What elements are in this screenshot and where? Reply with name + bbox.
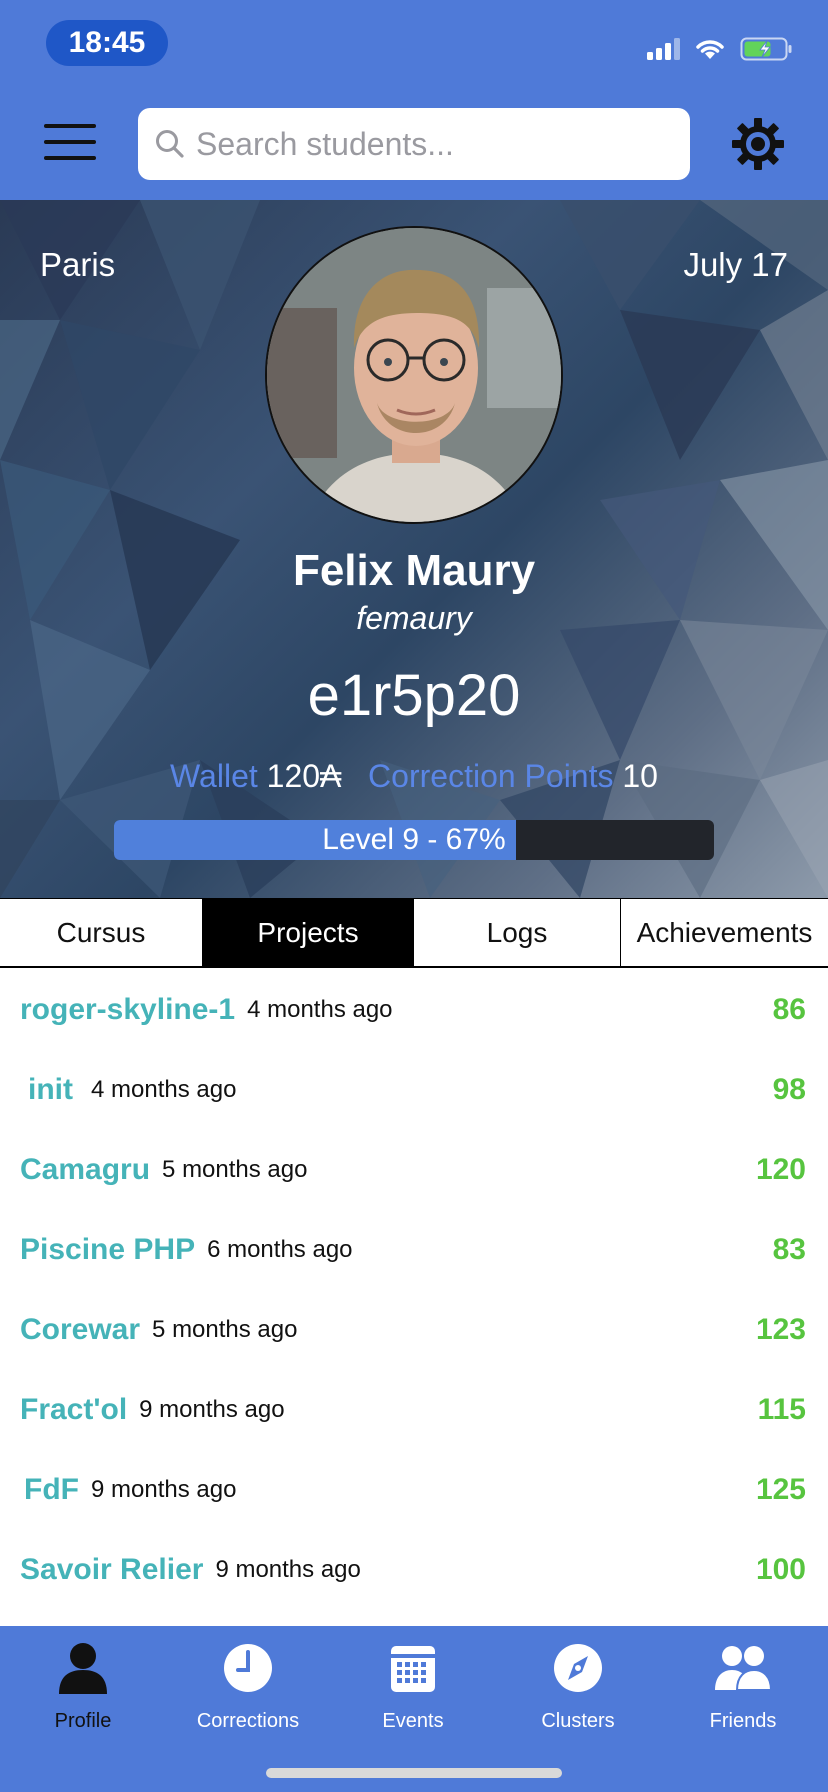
tabbar-corrections[interactable]: Corrections (165, 1626, 331, 1746)
menu-button[interactable] (44, 124, 96, 160)
tab-projects[interactable]: Projects (203, 899, 414, 966)
search-icon (156, 130, 184, 158)
list-item[interactable]: Camagru 5 months ago 120 (0, 1130, 828, 1210)
tabbar-profile[interactable]: Profile (0, 1626, 166, 1746)
project-grade: 83 (772, 1233, 806, 1266)
segment-tabs: Cursus Projects Logs Achievements (0, 898, 828, 968)
project-time: 9 months ago (139, 1396, 285, 1423)
list-item[interactable]: roger-skyline-1 4 months ago 86 (0, 970, 828, 1050)
list-item[interactable]: FdF 9 months ago 125 (0, 1450, 828, 1530)
project-grade: 86 (772, 993, 806, 1026)
campus-label: Paris (40, 246, 116, 283)
project-grade: 125 (755, 1473, 806, 1506)
list-item[interactable]: Fract'ol 9 months ago 115 (0, 1370, 828, 1450)
correction-points-label: Correction Points (368, 758, 614, 794)
tab-logs[interactable]: Logs (414, 899, 621, 966)
correction-points-value: 10 (622, 758, 658, 794)
project-name: Camagru (20, 1153, 151, 1186)
people-icon (715, 1646, 773, 1691)
signal-icon (647, 38, 680, 60)
project-time: 5 months ago (162, 1156, 308, 1183)
user-stats: Wallet 120₳ Correction Points 10 (0, 758, 828, 795)
person-icon (59, 1643, 107, 1694)
status-icons (647, 34, 794, 64)
avatar (265, 226, 563, 524)
wallet-label: Wallet (170, 758, 258, 794)
calendar-icon (391, 1646, 435, 1692)
tabbar-label: Clusters (541, 1710, 615, 1732)
user-location: e1r5p20 (307, 663, 521, 728)
project-name: FdF (24, 1473, 79, 1506)
profile-photo (267, 228, 561, 522)
project-grade: 115 (757, 1393, 806, 1426)
project-name: Piscine PHP (20, 1233, 196, 1266)
project-grade: 100 (755, 1553, 806, 1586)
tab-achievements[interactable]: Achievements (621, 899, 828, 966)
date-label: July 17 (683, 246, 788, 283)
project-grade: 98 (772, 1073, 806, 1106)
home-indicator[interactable] (266, 1768, 562, 1778)
search-input[interactable] (196, 125, 676, 163)
tabbar-label: Corrections (196, 1710, 300, 1732)
project-name: Fract'ol (20, 1393, 128, 1426)
user-full-name: Felix Maury (292, 546, 536, 595)
profile-header: Paris July 17 Felix Maury femaury e1r5p2… (0, 200, 828, 898)
project-time: 4 months ago (247, 996, 393, 1023)
gear-icon[interactable] (730, 116, 786, 172)
level-text: Level 9 - 67% (322, 823, 506, 856)
project-name: Corewar (20, 1313, 141, 1346)
list-item[interactable]: Corewar 5 months ago 123 (0, 1290, 828, 1370)
wifi-icon (696, 40, 724, 59)
search-bar[interactable] (138, 108, 690, 180)
list-item[interactable]: init 4 months ago 98 (0, 1050, 828, 1130)
project-time: 5 months ago (152, 1316, 298, 1343)
project-time: 9 months ago (215, 1556, 361, 1583)
tab-cursus[interactable]: Cursus (0, 899, 203, 966)
project-time: 9 months ago (90, 1476, 237, 1503)
tabbar-label: Events (382, 1710, 444, 1732)
compass-icon (554, 1644, 602, 1692)
list-item[interactable]: Piscine PHP 6 months ago 83 (0, 1210, 828, 1290)
project-name: roger-skyline-1 (20, 993, 236, 1026)
level-progress-bar: Level 9 - 67% (114, 820, 714, 860)
status-time: 18:45 (46, 20, 168, 66)
project-time: 4 months ago (91, 1076, 237, 1103)
tabbar-events[interactable]: Events (330, 1626, 496, 1746)
list-item[interactable]: Savoir Relier 9 months ago 100 (0, 1530, 828, 1610)
project-grade: 123 (755, 1313, 806, 1346)
top-bar: 18:45 (0, 0, 828, 200)
project-name: init (28, 1073, 73, 1106)
tabbar-clusters[interactable]: Clusters (495, 1626, 661, 1746)
project-time: 6 months ago (207, 1236, 353, 1263)
project-list: roger-skyline-1 4 months ago 86 init 4 m… (0, 970, 828, 1610)
project-grade: 120 (755, 1153, 806, 1186)
battery-icon (740, 37, 792, 61)
tabbar-friends[interactable]: Friends (660, 1626, 826, 1746)
user-login: femaury (356, 600, 472, 636)
project-name: Savoir Relier (20, 1553, 204, 1586)
clock-icon (224, 1644, 272, 1692)
wallet-value: 120₳ (266, 758, 342, 794)
tabbar-label: Friends (709, 1710, 777, 1732)
tabbar-label: Profile (54, 1710, 112, 1732)
